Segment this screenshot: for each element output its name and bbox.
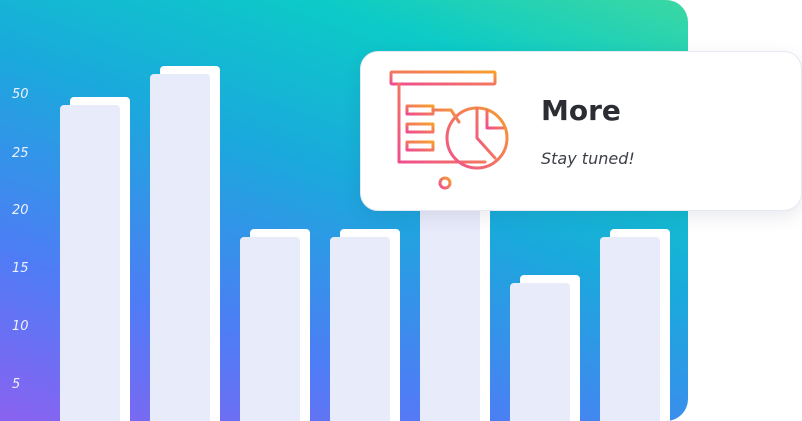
y-tick-label: 20 [12, 203, 29, 218]
bar [60, 95, 130, 421]
bar [600, 227, 670, 421]
bar-front [240, 237, 300, 421]
bar-front [330, 237, 390, 421]
presentation-chart-icon [389, 70, 509, 190]
bar [150, 64, 220, 421]
bar-front [420, 190, 480, 421]
bar [240, 227, 310, 421]
y-tick-label: 5 [12, 377, 21, 392]
card-subtitle: Stay tuned! [541, 149, 635, 168]
y-tick-label: 25 [12, 146, 29, 161]
bar-front [60, 105, 120, 421]
bar [330, 227, 400, 421]
bar-front [600, 237, 660, 421]
bar [510, 273, 580, 421]
y-tick-label: 15 [12, 261, 29, 276]
y-tick-label: 50 [12, 87, 29, 102]
y-tick-label: 10 [12, 319, 29, 334]
bar-front [150, 74, 210, 421]
info-card[interactable]: More Stay tuned! [360, 51, 802, 211]
bar-front [510, 283, 570, 421]
bar [420, 180, 490, 421]
card-title: More [541, 94, 621, 127]
